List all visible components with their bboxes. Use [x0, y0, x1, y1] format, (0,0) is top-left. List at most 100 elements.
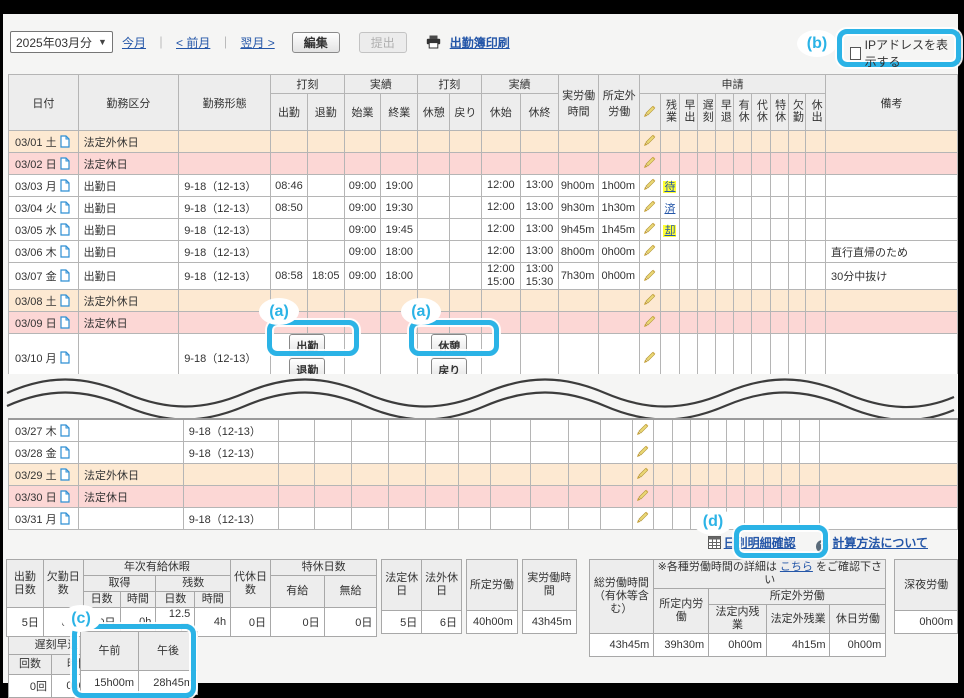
actual-hours-cell — [568, 486, 600, 508]
remarks-cell — [825, 312, 957, 334]
day-document-icon[interactable] — [60, 468, 70, 481]
break-button[interactable]: 休憩 — [431, 334, 467, 358]
day-document-icon[interactable] — [60, 201, 70, 214]
edit-cell[interactable] — [640, 241, 661, 263]
day-document-icon[interactable] — [60, 135, 70, 148]
day-document-icon[interactable] — [60, 157, 70, 170]
application-status-link[interactable]: 待 — [663, 181, 676, 193]
attendance-table-continued: 03/27 木9-18（12-13）03/28 金9-18（12-13）03/2… — [8, 418, 958, 530]
apply-empty-cell — [716, 312, 734, 334]
apply-empty-cell — [727, 486, 745, 508]
day-document-icon[interactable] — [60, 223, 70, 236]
calc-method-link[interactable]: 計算方法について — [832, 536, 928, 550]
day-document-icon[interactable] — [60, 179, 70, 192]
day-document-icon[interactable] — [60, 294, 70, 307]
date-cell: 03/05 水 — [9, 219, 79, 241]
annotation-d: (d) — [693, 508, 733, 535]
next-month-link[interactable]: 翌月 > — [240, 34, 274, 51]
col-date: 日付 — [9, 75, 79, 131]
apply-empty-cell — [672, 508, 690, 530]
overtime-status-cell — [660, 153, 679, 175]
here-link[interactable]: こちら — [780, 561, 813, 573]
this-month-link[interactable]: 今月 — [122, 34, 146, 51]
col-apply-3: 早退 — [716, 94, 734, 131]
edit-cell[interactable] — [640, 263, 661, 290]
edit-cell[interactable] — [640, 312, 661, 334]
print-timesheet-link[interactable]: 出勤簿印刷 — [450, 34, 510, 51]
prev-month-link[interactable]: < 前月 — [176, 34, 210, 51]
v-nonlegal-ot: 4h15m — [766, 634, 830, 657]
apply-empty-cell — [734, 241, 752, 263]
overtime-status-cell — [653, 442, 672, 464]
date-label: 03/28 金 — [15, 448, 57, 460]
remarks-cell — [825, 197, 957, 219]
apply-empty-cell — [764, 464, 782, 486]
month-select[interactable]: 2025年03月分 ▼ — [10, 31, 113, 53]
break-back-cell — [450, 197, 481, 219]
apply-empty-cell — [752, 290, 771, 312]
application-status-link[interactable]: 却 — [663, 225, 676, 237]
day-document-icon[interactable] — [60, 512, 70, 525]
overtime-cell — [600, 442, 632, 464]
edit-cell[interactable] — [632, 419, 653, 442]
edit-cell[interactable] — [632, 464, 653, 486]
overtime-cell — [600, 419, 632, 442]
edit-cell[interactable] — [632, 442, 653, 464]
apply-empty-cell — [697, 153, 716, 175]
edit-cell[interactable] — [640, 219, 661, 241]
edit-cell[interactable] — [640, 197, 661, 219]
work-pattern-cell: 9-18（12-13） — [179, 175, 271, 197]
punch-in-button[interactable]: 出勤 — [289, 334, 325, 358]
edit-cell[interactable] — [640, 131, 661, 153]
month-select-value: 2025年03月分 — [16, 34, 92, 51]
work-division-cell: 出勤日 — [78, 241, 179, 263]
start-cell: 09:00 — [344, 263, 381, 290]
attendance-row: 03/08 土法定外休日 — [9, 290, 958, 312]
apply-empty-cell — [679, 175, 697, 197]
punch-out-cell — [315, 419, 352, 442]
edit-cell[interactable] — [632, 486, 653, 508]
edit-pencil-icon — [643, 292, 657, 306]
daily-detail-link[interactable]: 日別明細確認 — [724, 536, 796, 550]
day-document-icon[interactable] — [60, 269, 70, 282]
break-back-cell — [459, 419, 491, 442]
application-status-link[interactable]: 済 — [663, 203, 676, 215]
apply-empty-cell — [727, 419, 745, 442]
col-break-out: 休憩 — [418, 94, 450, 131]
col-apply-7: 欠勤 — [788, 94, 806, 131]
edit-cell[interactable] — [632, 508, 653, 530]
rest-start-cell — [491, 442, 531, 464]
attendance-row: 03/03 月出勤日9-18（12-13）08:4609:0019:0012:0… — [9, 175, 958, 197]
start-cell: 09:00 — [344, 219, 381, 241]
day-document-icon[interactable] — [60, 446, 70, 459]
attendance-row: 03/04 火出勤日9-18（12-13）08:5009:0019:3012:0… — [9, 197, 958, 219]
day-document-icon[interactable] — [60, 316, 70, 329]
day-document-icon[interactable] — [60, 245, 70, 258]
ip-address-checkbox[interactable] — [850, 47, 861, 60]
apply-empty-cell — [734, 290, 752, 312]
remarks-cell — [825, 175, 957, 197]
day-document-icon[interactable] — [60, 424, 70, 437]
group-actual1: 実績 — [344, 75, 418, 94]
end-cell: 18:00 — [381, 241, 418, 263]
date-label: 03/31 月 — [15, 514, 57, 526]
submit-button[interactable]: 提出 — [359, 32, 407, 53]
apply-empty-cell — [727, 464, 745, 486]
start-cell — [344, 312, 381, 334]
rest-end-cell — [521, 290, 559, 312]
apply-empty-cell — [679, 197, 697, 219]
edit-pencil-icon — [643, 314, 657, 328]
day-document-icon[interactable] — [60, 351, 70, 364]
actual-hours-cell — [558, 290, 599, 312]
work-pattern-cell — [179, 312, 271, 334]
apply-empty-cell — [770, 241, 788, 263]
rest-end-cell — [521, 153, 559, 175]
edit-button[interactable]: 編集 — [292, 32, 340, 53]
rest-start-cell — [481, 131, 521, 153]
edit-cell[interactable] — [640, 175, 661, 197]
apply-empty-cell — [716, 290, 734, 312]
edit-cell[interactable] — [640, 290, 661, 312]
edit-cell[interactable] — [640, 153, 661, 175]
day-document-icon[interactable] — [60, 490, 70, 503]
break-out-cell — [418, 153, 450, 175]
